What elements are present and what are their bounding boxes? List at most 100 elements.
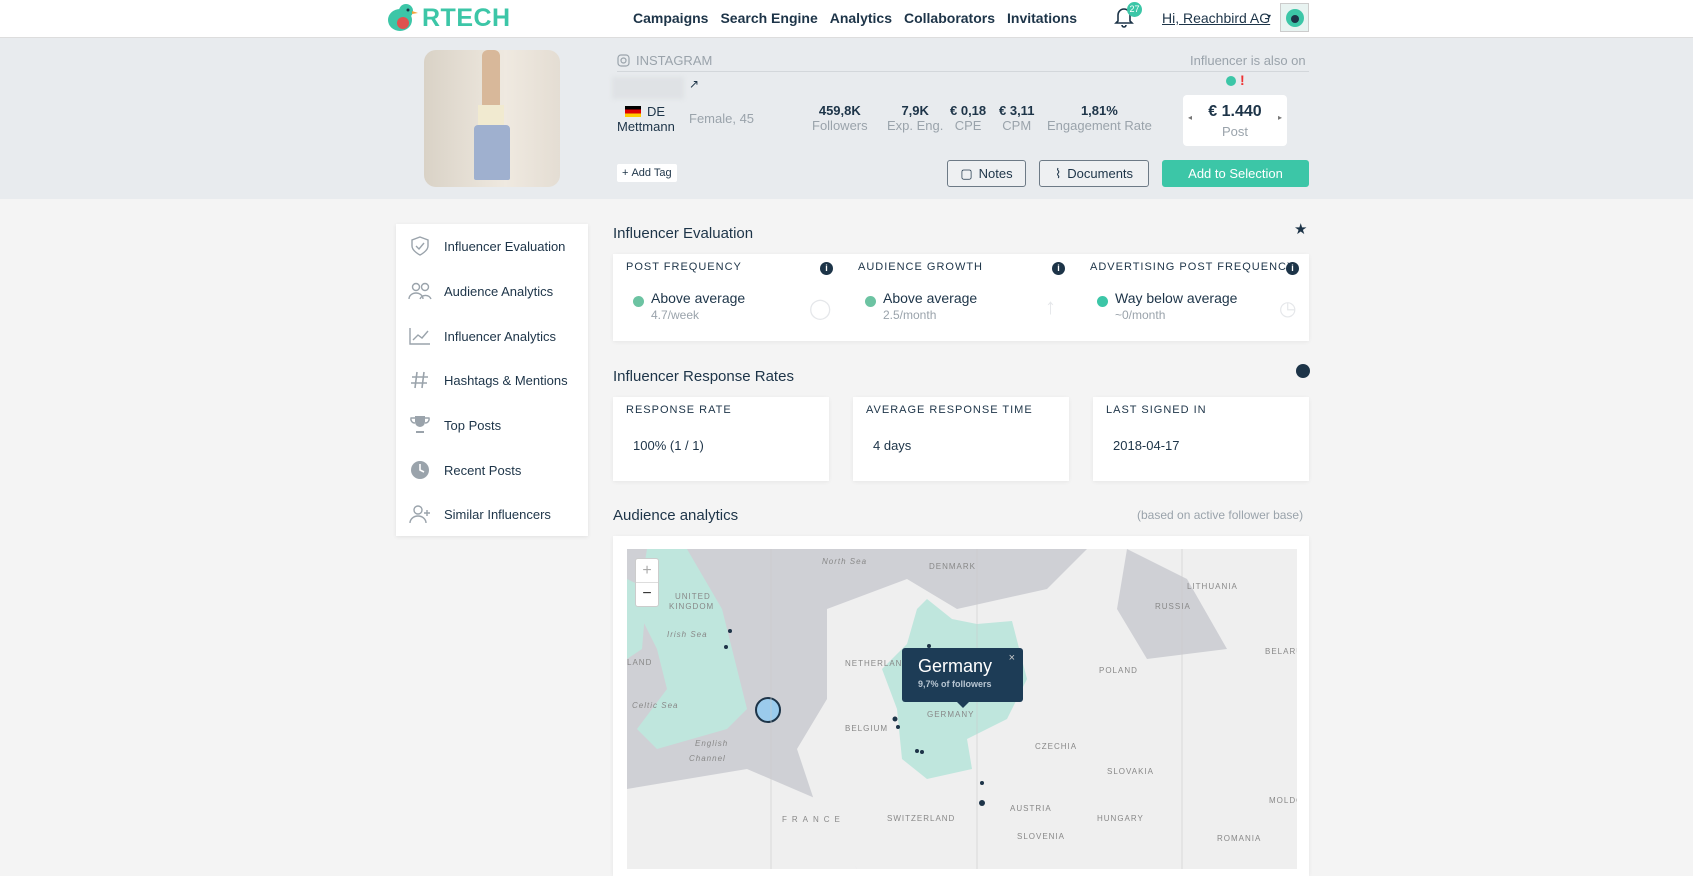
notifications-button[interactable]: 27 [1114, 2, 1142, 33]
sidebar-item-recent-posts[interactable]: Recent Posts [408, 460, 521, 480]
status-dot [633, 296, 644, 307]
svg-text:ROMANIA: ROMANIA [1217, 834, 1261, 843]
zoom-controls: + − [635, 558, 659, 607]
map-panel: North Sea DENMARK UNITED KINGDOM Irish S… [613, 536, 1309, 876]
line-chart-icon [409, 328, 430, 345]
add-tag-button[interactable]: + Add Tag [617, 164, 677, 182]
demographic: Female, 45 [689, 111, 755, 126]
svg-text:POLAND: POLAND [1099, 666, 1138, 675]
svg-text:SWITZERLAND: SWITZERLAND [887, 814, 955, 823]
stat-engagement-rate: 1,81% Engagement Rate [1047, 103, 1152, 133]
trophy-icon [410, 416, 430, 433]
svg-text:BELGIUM: BELGIUM [845, 724, 888, 733]
svg-text:SLOVAKIA: SLOVAKIA [1107, 767, 1154, 776]
info-icon[interactable]: i [1286, 262, 1299, 275]
svg-text:RUSSIA: RUSSIA [1155, 602, 1191, 611]
sidebar-item-similar-influencers[interactable]: Similar Influencers [408, 504, 551, 524]
germany-flag-icon [625, 106, 641, 117]
prev-arrow-icon[interactable]: ◂ [1188, 113, 1192, 122]
next-arrow-icon[interactable]: ▸ [1278, 113, 1282, 122]
divider [617, 71, 1309, 72]
profile-photo [424, 50, 560, 187]
stat-followers: 459,8K Followers [812, 103, 868, 133]
external-link-icon[interactable]: ↗ [689, 77, 699, 91]
arrow-up-icon: ↑ [1045, 294, 1056, 319]
shield-icon [411, 236, 429, 256]
documents-button[interactable]: ⌇ Documents [1039, 160, 1149, 187]
svg-text:SLOVENIA: SLOVENIA [1017, 832, 1065, 841]
warning-icon: ! [1240, 72, 1245, 88]
sidebar-item-top-posts[interactable]: Top Posts [408, 415, 501, 435]
sidebar-item-audience-analytics[interactable]: Audience Analytics [408, 281, 553, 301]
world-map[interactable]: North Sea DENMARK UNITED KINGDOM Irish S… [627, 549, 1297, 869]
svg-text:AUSTRIA: AUSTRIA [1010, 804, 1052, 813]
evaluation-panel: POST FREQUENCY i Above average 4.7/week … [613, 254, 1309, 341]
nav-collaborators[interactable]: Collaborators [904, 10, 995, 26]
nav-search-engine[interactable]: Search Engine [720, 10, 817, 26]
paperclip-icon: ⌇ [1054, 165, 1062, 181]
svg-text:CZECHIA: CZECHIA [1035, 742, 1077, 751]
zoom-in-button[interactable]: + [636, 559, 658, 583]
eval-card-advertising-post-frequency: ADVERTISING POST FREQUENCY i Way below a… [1077, 254, 1309, 341]
country: DE [625, 104, 665, 119]
germany-label: GERMANY [927, 710, 974, 719]
svg-text:BELARUS: BELARUS [1265, 647, 1297, 656]
platform-status-dot[interactable] [1226, 76, 1236, 86]
sidebar-item-hashtags-mentions[interactable]: Hashtags & Mentions [408, 370, 568, 390]
avatar[interactable] [1280, 3, 1309, 32]
sidebar: Influencer Evaluation Audience Analytics… [396, 224, 588, 536]
platform-label: INSTAGRAM [617, 53, 712, 68]
tooltip-share: 9,7% of followers [918, 679, 992, 689]
clock-icon [411, 461, 429, 479]
sidebar-item-influencer-evaluation[interactable]: Influencer Evaluation [408, 236, 565, 256]
price-widget: ◂ € 1.440 Post ▸ [1183, 95, 1287, 146]
brand-name: RTECH [422, 3, 511, 32]
city: Mettmann [617, 119, 675, 134]
stat-cpe: € 0,18 CPE [950, 103, 987, 133]
star-icon[interactable]: ★ [1294, 220, 1307, 238]
add-to-selection-button[interactable]: Add to Selection [1162, 160, 1309, 187]
svg-text:Channel: Channel [689, 754, 726, 763]
clock-icon[interactable] [1296, 364, 1310, 378]
map-tooltip: Germany 9,7% of followers × [902, 648, 1023, 708]
response-rate-card: RESPONSE RATE 100% (1 / 1) [613, 397, 829, 481]
notification-count: 27 [1127, 2, 1142, 17]
main-menu: Campaigns Search Engine Analytics Collab… [633, 10, 1077, 26]
nav-campaigns[interactable]: Campaigns [633, 10, 708, 26]
clock-icon: ◷ [1279, 298, 1297, 320]
user-menu[interactable]: Hi, Reachbird AG [1162, 10, 1270, 26]
svg-text:FRANCE: FRANCE [782, 815, 845, 824]
stat-exp-eng: 7,9K Exp. Eng. [887, 103, 944, 133]
info-icon[interactable]: i [1052, 262, 1065, 275]
last-signed-in-card: LAST SIGNED IN 2018-04-17 [1093, 397, 1309, 481]
logo[interactable]: RTECH [384, 3, 511, 33]
audience-title: Audience analytics [613, 507, 739, 524]
evaluation-title: Influencer Evaluation [613, 225, 754, 242]
price-value: € 1.440 [1208, 103, 1262, 120]
close-icon[interactable]: × [1009, 652, 1015, 664]
users-icon [408, 282, 432, 300]
svg-text:North Sea: North Sea [822, 557, 867, 566]
svg-text:LITHUANIA: LITHUANIA [1187, 582, 1238, 591]
status-dot [1097, 296, 1108, 307]
nav-invitations[interactable]: Invitations [1007, 10, 1077, 26]
sidebar-item-influencer-analytics[interactable]: Influencer Analytics [408, 326, 556, 346]
zoom-out-button[interactable]: − [636, 583, 658, 607]
svg-text:DENMARK: DENMARK [929, 562, 976, 571]
svg-text:Celtic Sea: Celtic Sea [632, 701, 678, 710]
also-on-label: Influencer is also on [1190, 53, 1306, 68]
response-title: Influencer Response Rates [613, 368, 794, 385]
nav-analytics[interactable]: Analytics [830, 10, 892, 26]
svg-text:English: English [695, 739, 728, 748]
instagram-icon [617, 54, 630, 67]
status-dot [865, 296, 876, 307]
notes-button[interactable]: ▢ Notes [947, 160, 1026, 187]
hashtag-icon [411, 371, 428, 389]
eval-card-post-frequency: POST FREQUENCY i Above average 4.7/week … [626, 261, 833, 322]
bird-logo-icon [388, 4, 418, 31]
note-icon: ▢ [960, 165, 973, 181]
avg-response-time-card: AVERAGE RESPONSE TIME 4 days [853, 397, 1069, 481]
svg-text:KINGDOM: KINGDOM [669, 602, 714, 611]
info-icon[interactable]: i [820, 262, 833, 275]
comment-icon: ◯ [809, 298, 832, 320]
